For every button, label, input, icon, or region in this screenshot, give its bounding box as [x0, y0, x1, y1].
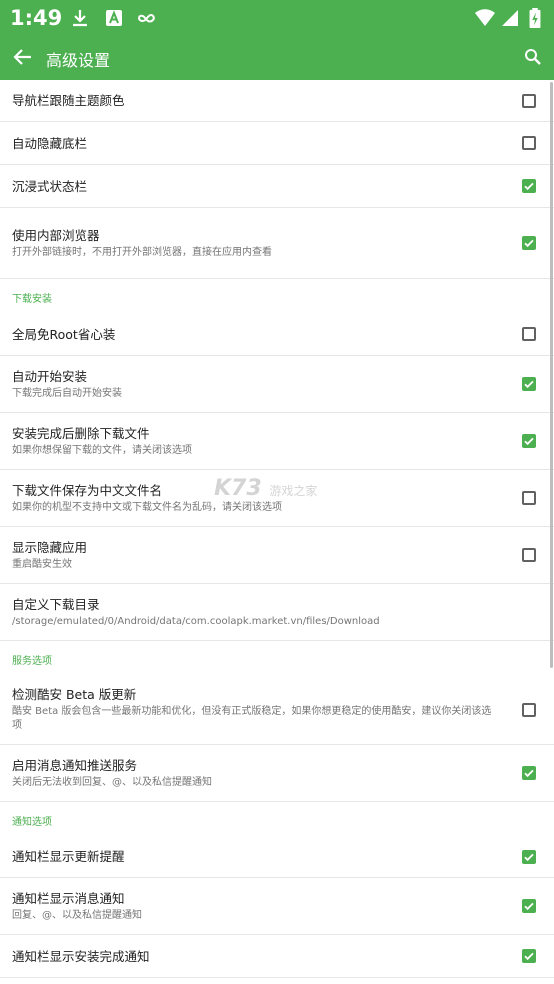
setting-title: 下载文件保存为中文文件名 — [12, 482, 163, 498]
check-icon — [524, 853, 534, 861]
setting-title: 显示隐藏应用 — [12, 539, 88, 555]
setting-subtitle: 下载完成后自动开始安装 — [12, 387, 122, 399]
setting-title: 使用内部浏览器 — [12, 227, 100, 243]
checkbox-checked[interactable] — [522, 377, 536, 391]
setting-row[interactable]: 自定义下载目录/storage/emulated/0/Android/data/… — [0, 584, 554, 641]
setting-title: 自动开始安装 — [12, 368, 88, 384]
setting-title: 全局免Root省心装 — [12, 326, 116, 342]
section-title: 下载安装 — [12, 294, 52, 305]
checkbox-checked[interactable] — [522, 899, 536, 913]
setting-title: 通知栏显示消息通知 — [12, 890, 125, 906]
setting-texts: 安装完成后删除下载文件如果你想保留下载的文件，请关闭该选项 — [12, 413, 498, 469]
setting-row[interactable]: 启用消息通知推送服务关闭后无法收到回复、@、以及私信提醒通知 — [0, 745, 554, 802]
search-icon[interactable] — [524, 48, 542, 66]
section-header: 通知选项 — [0, 802, 554, 836]
download-icon — [73, 10, 87, 27]
setting-texts: 通知栏显示安装完成通知 — [12, 935, 498, 977]
setting-texts: 检测酷安 Beta 版更新酷安 Beta 版会包含一些最新功能和优化，但没有正式… — [12, 675, 498, 744]
setting-row[interactable]: 使用内部浏览器打开外部链接时，不用打开外部浏览器，直接在应用内查看 — [0, 208, 554, 279]
setting-row[interactable]: 全局免Root省心装 — [0, 313, 554, 356]
scrollbar[interactable] — [550, 82, 553, 668]
setting-row[interactable]: 安装完成后删除下载文件如果你想保留下载的文件，请关闭该选项 — [0, 413, 554, 470]
setting-row[interactable]: 沉浸式状态栏 — [0, 165, 554, 208]
setting-title: 启用消息通知推送服务 — [12, 757, 138, 773]
check-icon — [524, 239, 534, 248]
wifi-icon — [475, 9, 495, 26]
check-icon — [524, 437, 534, 446]
setting-row[interactable]: 浮动通知 — [0, 978, 554, 984]
setting-subtitle: 关闭后无法收到回复、@、以及私信提醒通知 — [12, 776, 212, 788]
setting-texts: 浮动通知 — [12, 978, 498, 984]
setting-texts: 通知栏显示消息通知回复、@、以及私信提醒通知 — [12, 878, 498, 934]
setting-title: 通知栏显示安装完成通知 — [12, 948, 150, 964]
setting-texts: 显示隐藏应用重启酷安生效 — [12, 527, 498, 583]
setting-row[interactable]: 显示隐藏应用重启酷安生效 — [0, 527, 554, 584]
check-icon — [524, 952, 534, 961]
back-arrow-icon[interactable] — [12, 46, 34, 68]
status-bar: 1:49 — [0, 0, 554, 36]
setting-row[interactable]: 下载文件保存为中文文件名如果你的机型不支持中文或下载文件名为乱码，请关闭该选项 — [0, 470, 554, 527]
setting-subtitle: 如果你的机型不支持中文或下载文件名为乱码，请关闭该选项 — [12, 501, 282, 513]
setting-title: 安装完成后删除下载文件 — [12, 425, 150, 441]
setting-texts: 使用内部浏览器打开外部链接时，不用打开外部浏览器，直接在应用内查看 — [12, 208, 498, 278]
checkbox-unchecked[interactable] — [522, 548, 536, 562]
signal-icon — [502, 10, 518, 26]
setting-title: 沉浸式状态栏 — [12, 178, 88, 194]
setting-title: 检测酷安 Beta 版更新 — [12, 687, 137, 702]
section-header: 服务选项 — [0, 641, 554, 675]
setting-texts: 自动开始安装下载完成后自动开始安装 — [12, 356, 498, 412]
setting-row[interactable]: 通知栏显示消息通知回复、@、以及私信提醒通知 — [0, 878, 554, 935]
setting-row[interactable]: 检测酷安 Beta 版更新酷安 Beta 版会包含一些最新功能和优化，但没有正式… — [0, 675, 554, 745]
setting-subtitle: 酷安 Beta 版会包含一些最新功能和优化，但没有正式版稳定，如果你想更稳定的使… — [12, 706, 492, 731]
check-icon — [524, 902, 534, 911]
setting-texts: 自定义下载目录/storage/emulated/0/Android/data/… — [12, 584, 542, 640]
setting-title: 通知栏显示更新提醒 — [12, 849, 125, 864]
setting-row[interactable]: 导航栏跟随主题颜色 — [0, 80, 554, 122]
setting-subtitle: 如果你想保留下载的文件，请关闭该选项 — [12, 444, 192, 456]
check-icon — [524, 182, 534, 191]
checkbox-checked[interactable] — [522, 949, 536, 963]
setting-title: 导航栏跟随主题颜色 — [12, 93, 125, 108]
page-title: 高级设置 — [46, 51, 111, 70]
checkbox-unchecked[interactable] — [522, 93, 536, 108]
section-title: 服务选项 — [12, 656, 52, 667]
app-bar: 高级设置 — [0, 36, 554, 80]
setting-subtitle: 回复、@、以及私信提醒通知 — [12, 909, 142, 921]
setting-subtitle: 打开外部链接时，不用打开外部浏览器，直接在应用内查看 — [12, 246, 272, 258]
setting-row[interactable]: 自动隐藏底栏 — [0, 122, 554, 165]
font-icon — [106, 10, 122, 26]
setting-texts: 通知栏显示更新提醒 — [12, 836, 498, 877]
setting-texts: 导航栏跟随主题颜色 — [12, 80, 498, 121]
setting-texts: 沉浸式状态栏 — [12, 165, 498, 207]
check-icon — [524, 769, 534, 778]
setting-subtitle: 重启酷安生效 — [12, 558, 72, 570]
status-time: 1:49 — [10, 6, 63, 30]
checkbox-checked[interactable] — [522, 434, 536, 448]
setting-texts: 自动隐藏底栏 — [12, 122, 498, 164]
settings-list[interactable]: 导航栏跟随主题颜色 自动隐藏底栏 沉浸式状态栏 使用内部浏览器打开外部链接时，不用打开… — [0, 80, 554, 984]
section-header: 下载安装 — [0, 279, 554, 313]
check-icon — [524, 380, 534, 389]
checkbox-checked[interactable] — [522, 236, 536, 250]
setting-title: 自定义下载目录 — [12, 596, 100, 612]
setting-texts: 全局免Root省心装 — [12, 313, 498, 355]
setting-texts: 下载文件保存为中文文件名如果你的机型不支持中文或下载文件名为乱码，请关闭该选项 — [12, 470, 498, 526]
battery-icon — [529, 8, 541, 28]
section-title: 通知选项 — [12, 817, 52, 828]
infinity-icon — [137, 13, 155, 23]
checkbox-unchecked[interactable] — [522, 702, 536, 717]
setting-row[interactable]: 通知栏显示更新提醒 — [0, 836, 554, 878]
setting-texts: 启用消息通知推送服务关闭后无法收到回复、@、以及私信提醒通知 — [12, 745, 498, 801]
checkbox-checked[interactable] — [522, 849, 536, 864]
setting-row[interactable]: 自动开始安装下载完成后自动开始安装 — [0, 356, 554, 413]
setting-title: 自动隐藏底栏 — [12, 135, 88, 151]
checkbox-checked[interactable] — [522, 766, 536, 780]
setting-subtitle: /storage/emulated/0/Android/data/com.coo… — [12, 615, 380, 627]
checkbox-unchecked[interactable] — [522, 136, 536, 150]
setting-row[interactable]: 通知栏显示安装完成通知 — [0, 935, 554, 978]
checkbox-unchecked[interactable] — [522, 327, 536, 341]
checkbox-checked[interactable] — [522, 179, 536, 193]
checkbox-unchecked[interactable] — [522, 491, 536, 505]
